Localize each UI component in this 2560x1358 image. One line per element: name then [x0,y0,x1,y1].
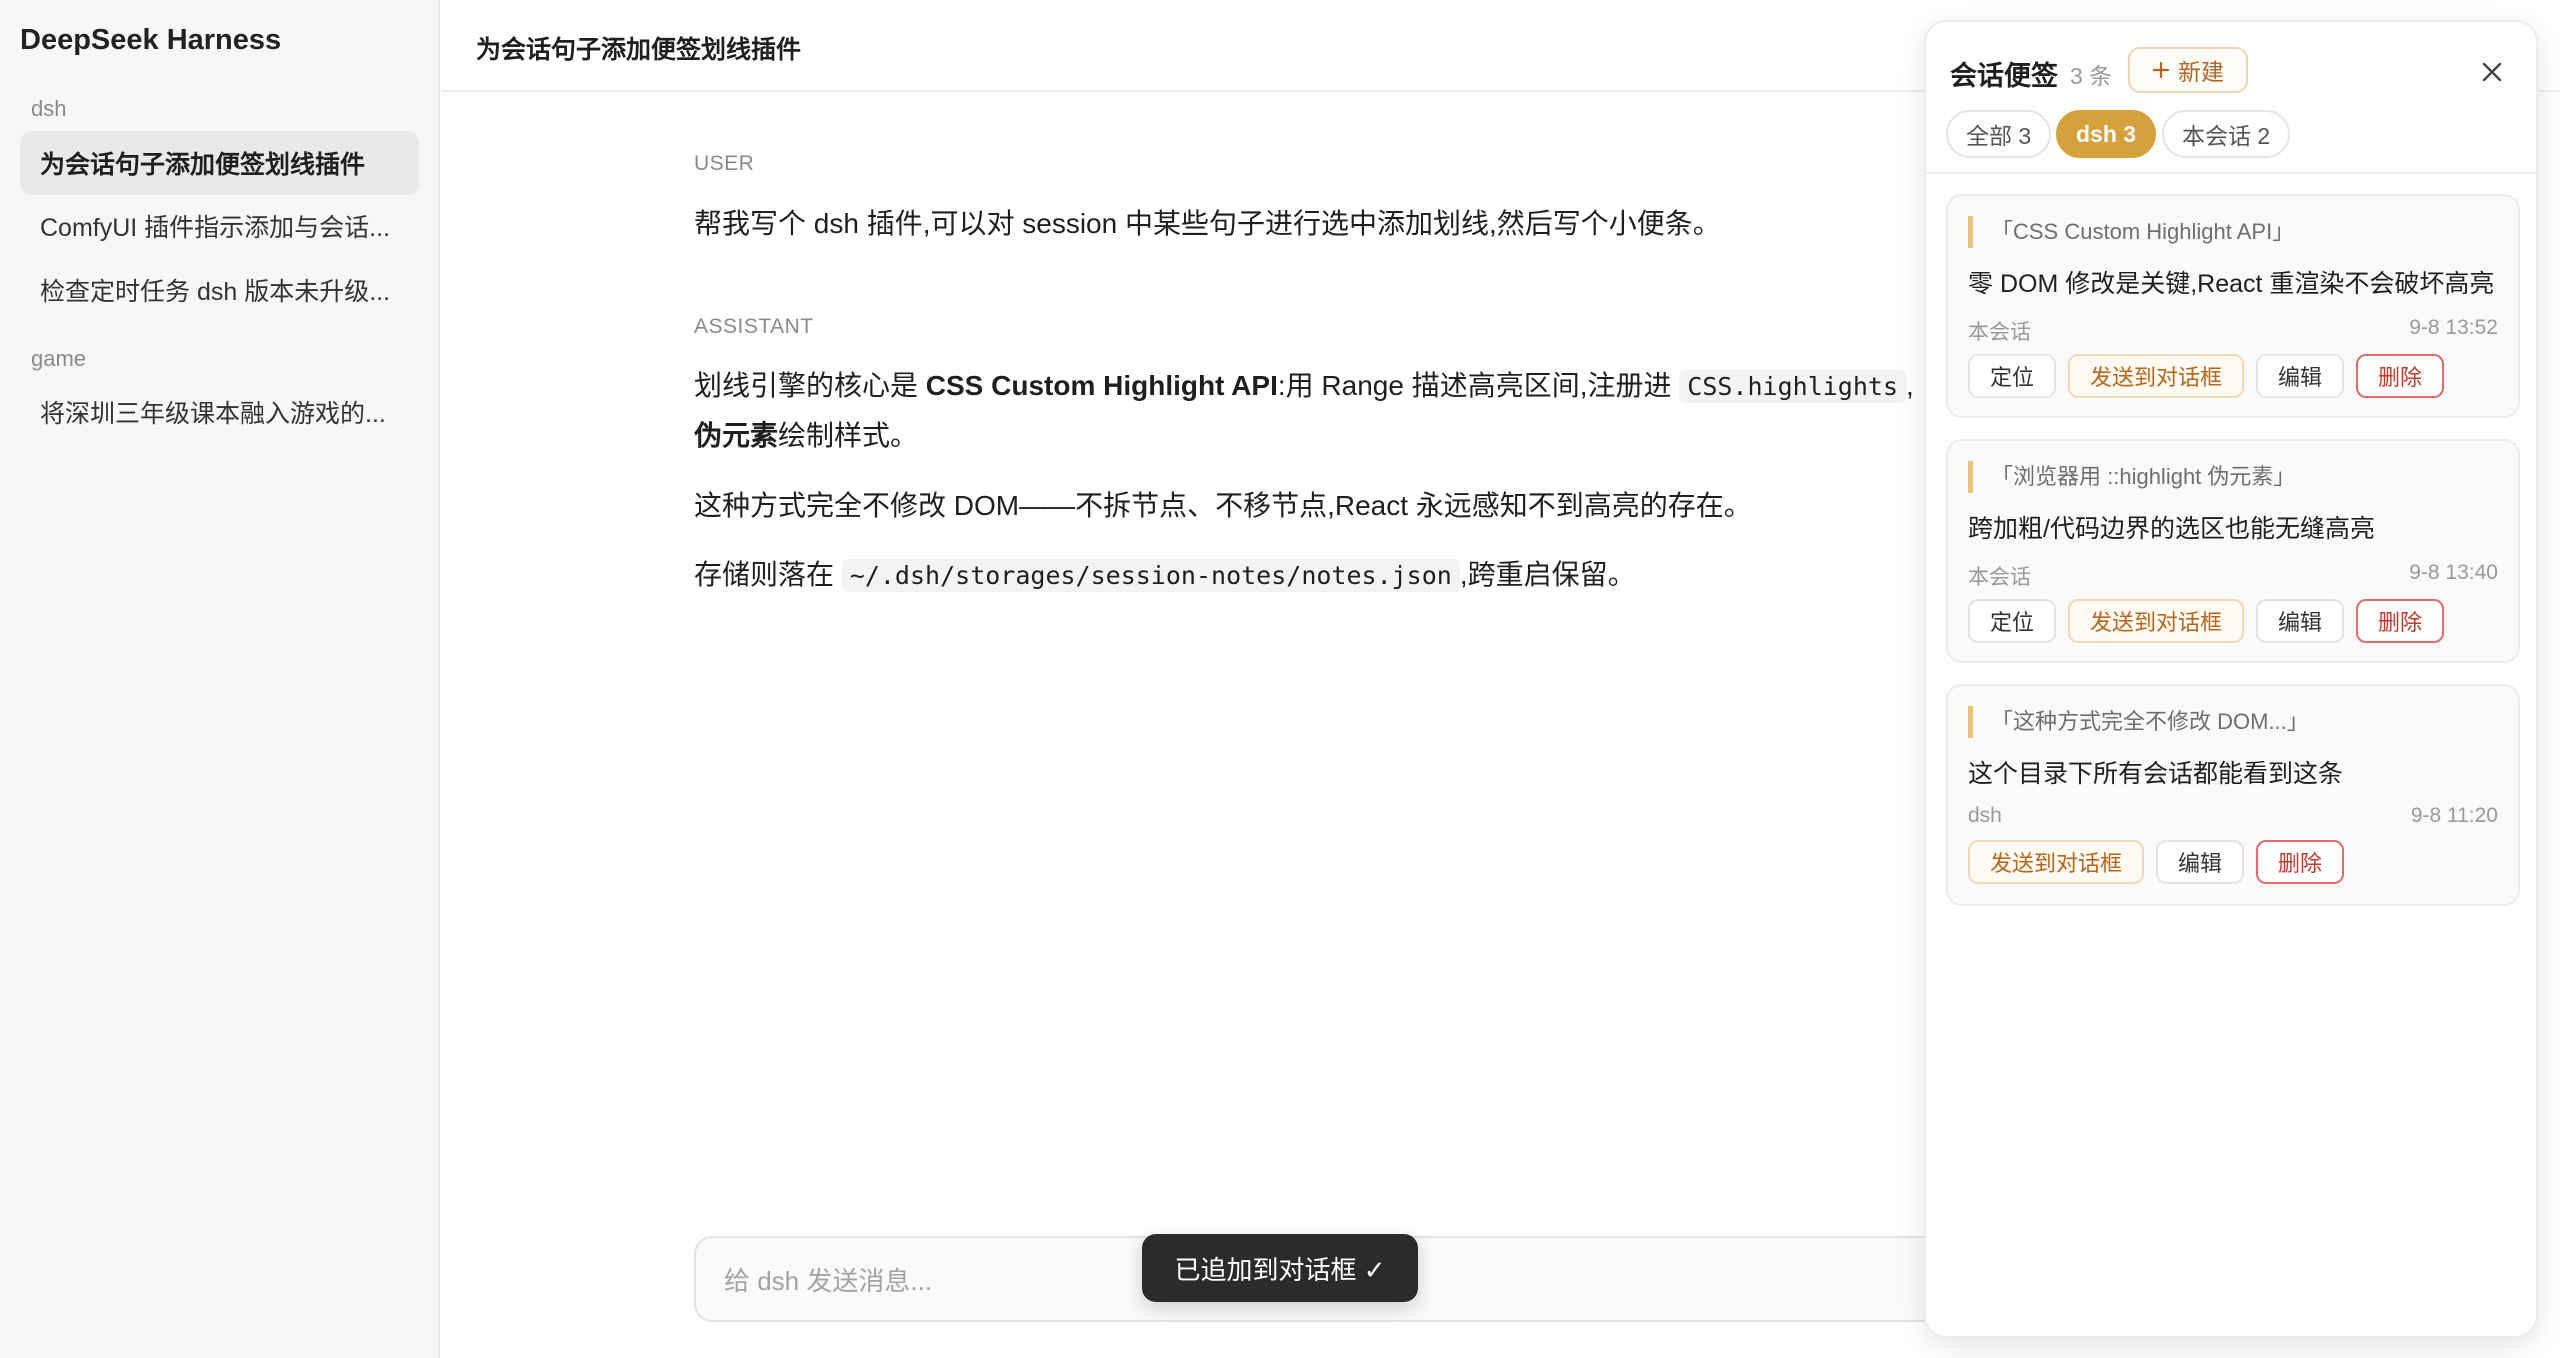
sidebar: DeepSeek Harness dsh 为会话句子添加便签划线插件 Comfy… [0,0,440,1358]
assistant-bold-text: 伪元素 [694,420,779,451]
note-scope: 本会话 [1968,566,2031,589]
assistant-text: :用 Range 描述高亮区间,注册进 [1277,370,1680,401]
note-text: 跨加粗/代码边界的选区也能无缝高亮 [1968,515,2375,543]
plus-icon [2152,61,2170,79]
new-note-label: 新建 [2178,59,2224,85]
assistant-text: , [1906,370,1914,401]
assistant-paragraph-2: 这种方式完全不修改 DOM——不拆节点、不移节点,React 永远感知不到高亮的… [694,490,1752,521]
sidebar-item-session[interactable]: 检查定时任务 dsh 版本未升级... [20,258,419,322]
note-quote: 「浏览器用 ::highlight 伪元素」 [1968,461,2295,493]
notes-panel-title: 会话便签 [1950,61,2058,91]
sidebar-item-session[interactable]: 为会话句子添加便签划线插件 [20,131,419,195]
note-scope: 本会话 [1968,321,2031,344]
assistant-paragraph-3: 存储则落在 ~/.dsh/storages/session-notes/note… [694,553,1636,593]
notes-panel: 会话便签 3 条 新建 全部 3 dsh 3 本会话 2 「CSS Custom… [1924,20,2538,1338]
delete-button[interactable]: 删除 [2356,354,2445,398]
app-title: DeepSeek Harness [20,24,282,56]
note-timestamp: 9-8 11:20 [2410,804,2498,827]
note-timestamp: 9-8 13:52 [2409,316,2498,339]
note-card: 「浏览器用 ::highlight 伪元素」 跨加粗/代码边界的选区也能无缝高亮… [1946,439,2520,663]
send-to-input-button[interactable]: 发送到对话框 [2068,599,2245,643]
edit-button[interactable]: 编辑 [2256,354,2345,398]
tab-all[interactable]: 全部 3 [1946,110,2052,158]
close-icon [2482,62,2502,82]
assistant-text: ,跨重启保留。 [1459,559,1636,590]
message-role-user: USER [694,152,755,175]
close-panel-button[interactable] [2472,52,2512,92]
send-to-input-button[interactable]: 发送到对话框 [1968,840,2145,884]
note-quote: 「CSS Custom Highlight API」 [1968,216,2294,248]
delete-button[interactable]: 删除 [2256,840,2345,884]
note-actions: 定位 发送到对话框 编辑 删除 [1968,599,2445,643]
note-timestamp: 9-8 13:40 [2409,561,2498,584]
locate-button[interactable]: 定位 [1968,599,2057,643]
note-card: 「CSS Custom Highlight API」 零 DOM 修改是关键,R… [1946,194,2520,418]
note-scope: dsh [1968,804,2002,827]
assistant-bold-text: CSS Custom Highlight API [925,370,1278,401]
toast-notification: 已追加到对话框 ✓ [1142,1234,1418,1302]
assistant-text: 存储则落在 [694,559,842,590]
assistant-paragraph-1: 划线引擎的核心是 CSS Custom Highlight API:用 Rang… [694,364,1914,404]
assistant-paragraph-1-line-2: 伪元素绘制样式。 [694,414,918,454]
note-quote: 「这种方式完全不修改 DOM...」 [1968,706,2309,738]
sidebar-item-session[interactable]: ComfyUI 插件指示添加与会话... [20,194,419,258]
delete-button[interactable]: 删除 [2356,599,2445,643]
notes-count: 3 条 [2070,63,2113,89]
tab-this-session[interactable]: 本会话 2 [2162,110,2291,158]
message-role-assistant: ASSISTANT [694,315,814,338]
note-actions: 发送到对话框 编辑 删除 [1968,840,2345,884]
tab-dsh[interactable]: dsh 3 [2056,110,2157,158]
new-note-button[interactable]: 新建 [2128,47,2248,93]
sidebar-item-session[interactable]: 将深圳三年级课本融入游戏的... [20,380,419,444]
note-card: 「这种方式完全不修改 DOM...」 这个目录下所有会话都能看到这条 dsh 9… [1946,684,2520,906]
note-text: 这个目录下所有会话都能看到这条 [1968,760,2344,788]
inline-code: CSS.highlights [1679,370,1906,403]
inline-code: ~/.dsh/storages/session-notes/notes.json [841,559,1460,592]
sidebar-group-label-dsh: dsh [31,96,67,121]
notes-panel-header: 会话便签 3 条 新建 全部 3 dsh 3 本会话 2 [1926,22,2536,174]
send-to-input-button[interactable]: 发送到对话框 [2068,354,2245,398]
note-actions: 定位 发送到对话框 编辑 删除 [1968,354,2445,398]
locate-button[interactable]: 定位 [1968,354,2057,398]
assistant-text: 绘制样式。 [778,420,919,451]
sidebar-group-label-game: game [31,346,87,371]
conversation-title: 为会话句子添加便签划线插件 [476,36,802,64]
user-message: 帮我写个 dsh 插件,可以对 session 中某些句子进行选中添加划线,然后… [694,208,1721,239]
note-text: 零 DOM 修改是关键,React 重渲染不会破坏高亮 [1968,270,2495,298]
edit-button[interactable]: 编辑 [2156,840,2245,884]
edit-button[interactable]: 编辑 [2256,599,2345,643]
assistant-text: 划线引擎的核心是 [694,370,926,401]
